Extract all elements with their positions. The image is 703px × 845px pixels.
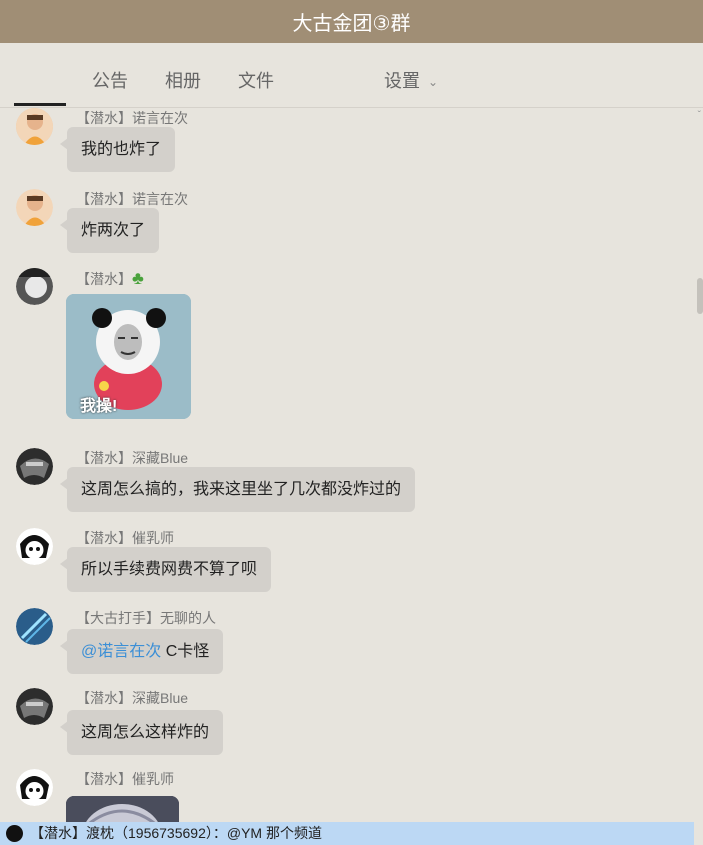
sticker-caption: 我操! bbox=[80, 398, 118, 415]
tab-album[interactable]: 相册 bbox=[165, 67, 201, 93]
tab-announcement[interactable]: 公告 bbox=[92, 67, 128, 93]
message-bubble[interactable]: 这周怎么搞的，我来这里坐了几次都没炸过的 bbox=[59, 467, 416, 512]
sender-rank: 【潜水】 bbox=[76, 271, 132, 287]
sender-name: 【大古打手】无聊的人 bbox=[76, 610, 216, 626]
sender-name: 【潜水】深藏Blue bbox=[76, 690, 189, 706]
active-tab-indicator bbox=[14, 103, 66, 106]
chat-message-list[interactable]: 【潜水】诺言在次 我的也炸了 【潜水】诺言在次 炸两次了 【潜水】♣ 我操! 【… bbox=[0, 108, 703, 823]
scroll-up-icon[interactable]: ˇ bbox=[698, 110, 701, 121]
message-bubble[interactable]: 这周怎么这样炸的 bbox=[59, 710, 224, 755]
message-text: C卡怪 bbox=[165, 643, 210, 660]
avatar[interactable] bbox=[16, 769, 53, 806]
notice-text: 【潜水】渡枕（1956735692）：@YM 那个频道 bbox=[30, 825, 322, 841]
avatar[interactable] bbox=[16, 608, 53, 645]
tab-files[interactable]: 文件 bbox=[238, 67, 274, 93]
message-bubble[interactable]: @诺言在次 C卡怪 bbox=[59, 629, 224, 674]
avatar[interactable] bbox=[16, 268, 53, 305]
image-message[interactable] bbox=[66, 796, 179, 823]
avatar[interactable] bbox=[16, 448, 53, 485]
avatar[interactable] bbox=[16, 189, 53, 226]
message-bubble[interactable]: 所以手续费网费不算了呗 bbox=[59, 547, 272, 592]
window-titlebar: 大古金团③群 bbox=[0, 0, 703, 43]
sender-name: 【潜水】催乳师 bbox=[76, 771, 174, 787]
message-bubble[interactable]: 炸两次了 bbox=[59, 208, 160, 253]
chat-scrollbar[interactable] bbox=[697, 278, 703, 314]
sender-name: 【潜水】诺言在次 bbox=[76, 110, 188, 126]
sender-name: 【潜水】♣ bbox=[76, 268, 144, 289]
tab-bar: 公告 相册 文件 设置 ⌄ bbox=[0, 43, 703, 108]
mention-link[interactable]: @诺言在次 bbox=[81, 643, 161, 660]
avatar[interactable] bbox=[16, 108, 53, 145]
notice-avatar bbox=[6, 825, 23, 842]
tab-settings-label: 设置 bbox=[384, 71, 420, 91]
sender-name: 【潜水】深藏Blue bbox=[76, 450, 189, 466]
sender-name: 【潜水】催乳师 bbox=[76, 530, 174, 546]
window-title: 大古金团③群 bbox=[292, 13, 411, 35]
message-bubble[interactable]: 我的也炸了 bbox=[59, 127, 176, 172]
sender-name: 【潜水】诺言在次 bbox=[76, 191, 188, 207]
sticker-image[interactable]: 我操! bbox=[66, 294, 191, 419]
avatar[interactable] bbox=[16, 528, 53, 565]
new-message-notice[interactable]: 【潜水】渡枕（1956735692）：@YM 那个频道 bbox=[0, 822, 694, 845]
tab-settings[interactable]: 设置 ⌄ bbox=[384, 67, 438, 93]
four-leaf-clover-icon: ♣ bbox=[132, 268, 144, 288]
chevron-down-icon: ⌄ bbox=[428, 75, 439, 90]
avatar[interactable] bbox=[16, 688, 53, 725]
